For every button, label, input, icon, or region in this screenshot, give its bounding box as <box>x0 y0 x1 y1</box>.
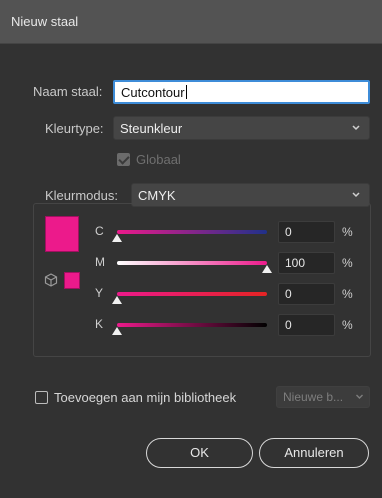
channel-y-input[interactable]: 0 <box>278 283 335 305</box>
title-bar: Nieuw staal <box>0 0 382 44</box>
library-select[interactable]: Nieuwe b... <box>276 386 370 408</box>
color-type-select[interactable]: Steunkleur <box>113 116 370 140</box>
swatch-name-value: Cutcontour <box>121 85 185 100</box>
swatch-name-label-text: Naam staal: <box>33 84 103 99</box>
channel-c-input[interactable]: 0 <box>278 221 335 243</box>
channel-k-thumb[interactable] <box>112 327 122 335</box>
chevron-down-icon <box>352 192 360 198</box>
channel-y-slider[interactable] <box>117 292 267 296</box>
channel-c-slider[interactable] <box>117 230 267 234</box>
window-title: Nieuw staal <box>11 14 79 29</box>
swatch-name-input[interactable]: Cutcontour <box>113 80 370 104</box>
channel-k-input[interactable]: 0 <box>278 314 335 336</box>
channel-m-unit: % <box>342 256 353 270</box>
chevron-down-icon <box>352 125 360 131</box>
global-checkbox[interactable] <box>117 153 130 166</box>
gamut-swatch[interactable] <box>64 272 80 289</box>
channel-c-unit: % <box>342 225 353 239</box>
ok-button[interactable]: OK <box>146 438 253 468</box>
cancel-button[interactable]: Annuleren <box>259 438 369 468</box>
channel-y-thumb[interactable] <box>112 296 122 304</box>
channel-y-label: Y <box>95 286 104 300</box>
channel-c-thumb[interactable] <box>112 234 122 242</box>
chevron-down-icon <box>356 394 363 399</box>
color-mode-label: Kleurmodus: <box>45 188 118 203</box>
channel-m-slider[interactable] <box>117 261 267 265</box>
add-to-library-checkbox[interactable] <box>35 391 48 404</box>
cube-icon <box>44 273 58 287</box>
channel-m-input[interactable]: 100 <box>278 252 335 274</box>
color-preview-swatch <box>45 216 79 252</box>
color-mode-value: CMYK <box>138 188 176 203</box>
channel-k-unit: % <box>342 318 353 332</box>
text-caret <box>185 85 187 99</box>
color-type-label: Kleurtype: <box>45 121 104 136</box>
channel-c-label: C <box>95 224 104 238</box>
channel-m-thumb[interactable] <box>262 265 272 273</box>
channel-k-label: K <box>95 317 104 331</box>
swatch-name-label: Naam staal: <box>33 84 102 99</box>
library-select-value: Nieuwe b... <box>283 390 344 404</box>
color-type-value: Steunkleur <box>120 121 183 136</box>
channel-k-slider[interactable] <box>117 323 267 327</box>
global-label: Globaal <box>136 152 181 167</box>
channel-m-label: M <box>95 255 105 269</box>
add-to-library-label: Toevoegen aan mijn bibliotheek <box>54 390 237 405</box>
channel-y-unit: % <box>342 287 353 301</box>
